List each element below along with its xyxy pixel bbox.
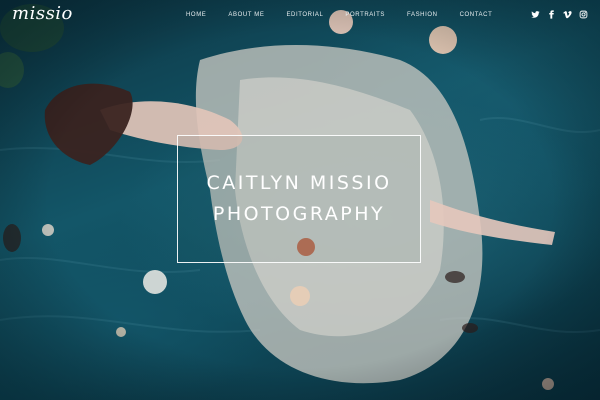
hero-title-line-2: PHOTOGRAPHY [212,203,386,225]
vimeo-icon[interactable] [563,10,572,19]
nav-item-about-me[interactable]: ABOUT ME [228,12,264,18]
main-nav: HOME ABOUT ME EDITORIAL PORTRAITS FASHIO… [186,12,514,18]
twitter-icon[interactable] [531,10,540,19]
nav-item-contact[interactable]: CONTACT [460,12,493,18]
nav-item-portraits[interactable]: PORTRAITS [345,12,385,18]
social-links [531,10,588,19]
facebook-icon[interactable] [547,10,556,19]
landing-page: missio HOME ABOUT ME EDITORIAL PORTRAITS… [0,0,600,400]
nav-item-fashion[interactable]: FASHION [407,12,438,18]
hero-title-line-1: CAITLYN MISSIO [206,172,392,194]
nav-item-editorial[interactable]: EDITORIAL [286,12,323,18]
instagram-icon[interactable] [579,10,588,19]
site-logo[interactable]: missio [12,3,73,24]
hero-title-box: CAITLYN MISSIO PHOTOGRAPHY [177,135,421,263]
nav-item-home[interactable]: HOME [186,12,206,18]
